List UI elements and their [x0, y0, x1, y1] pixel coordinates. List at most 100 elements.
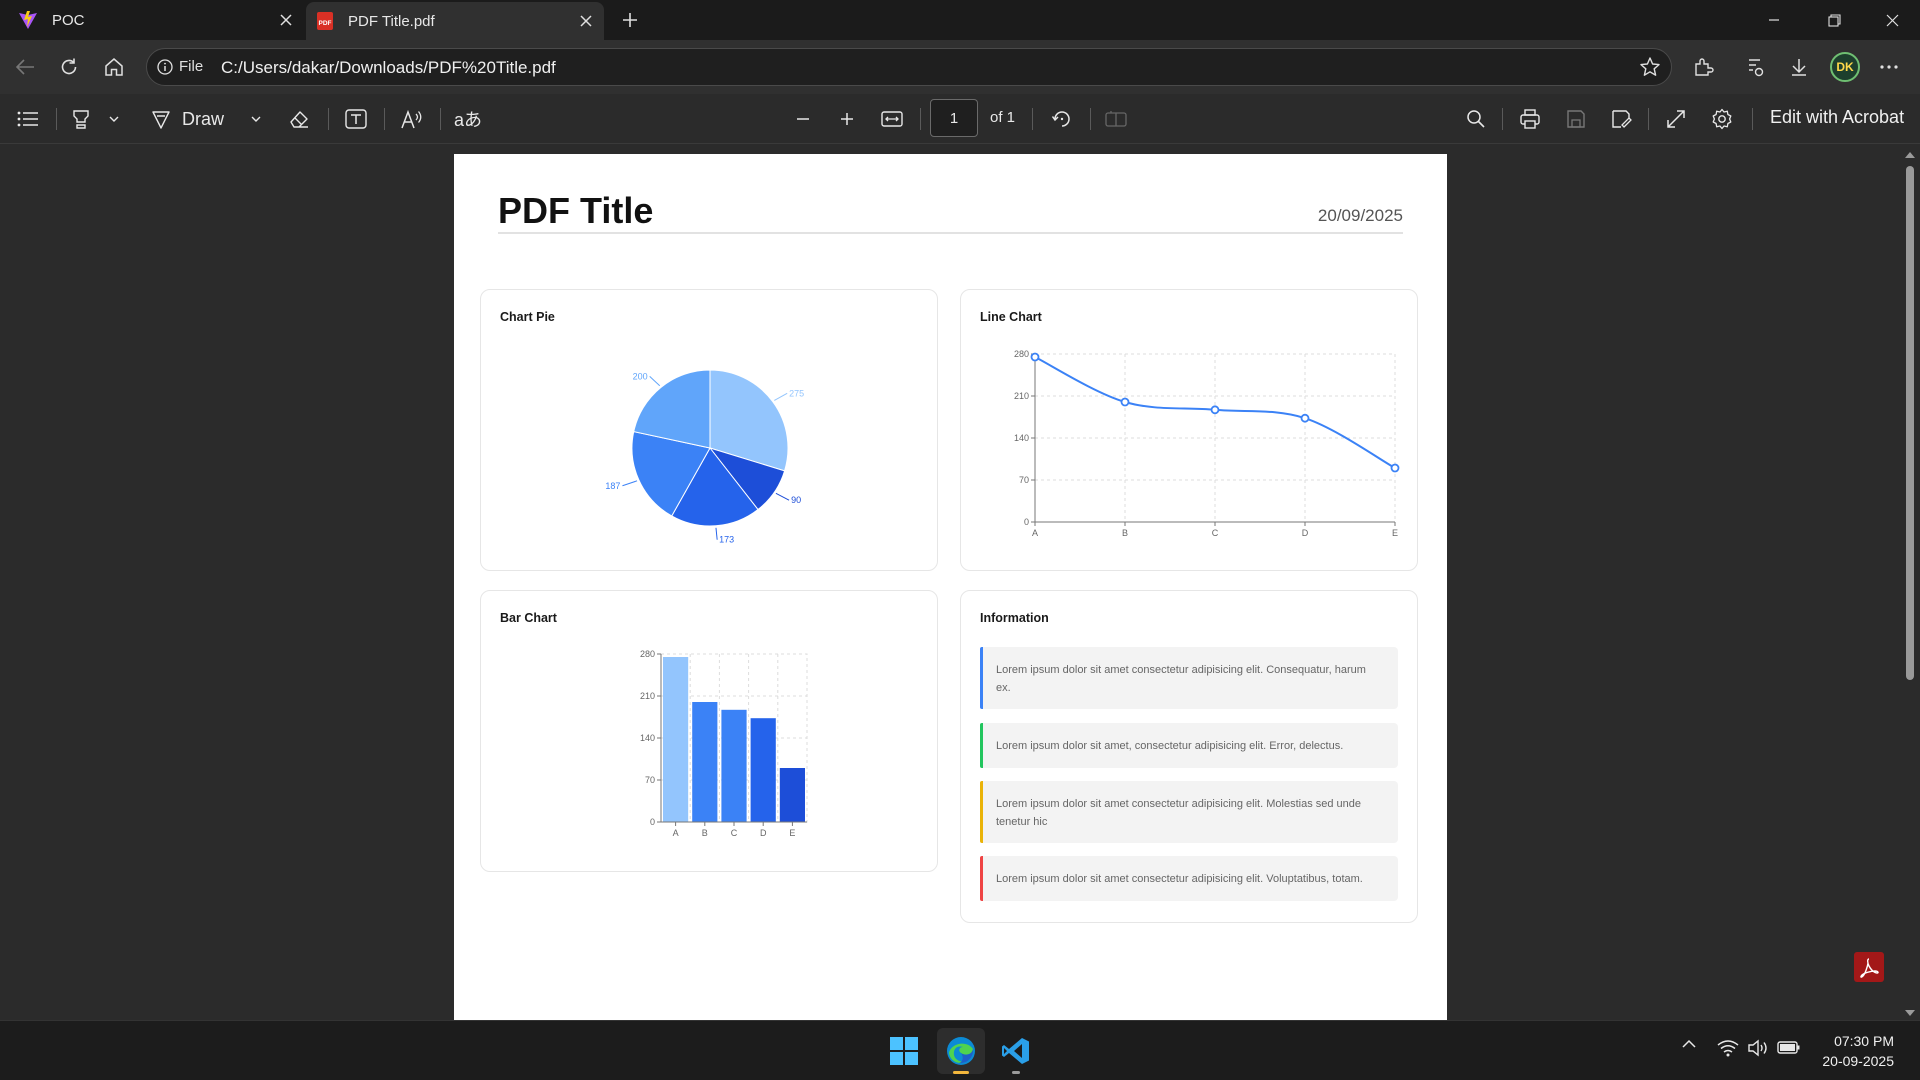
- navigation-bar: File C:/Users/dakar/Downloads/PDF%20Titl…: [0, 40, 1920, 94]
- rotate-icon[interactable]: [1046, 103, 1078, 135]
- save-as-icon[interactable]: [1606, 103, 1638, 135]
- pie-data-label: 275: [789, 388, 804, 398]
- close-tab-icon[interactable]: [274, 8, 298, 32]
- pdf-toolbar: Draw aあ 1 of 1 Edit with Acrobat: [0, 94, 1920, 144]
- settings-gear-icon[interactable]: [1706, 103, 1738, 135]
- vertical-scrollbar[interactable]: [1900, 144, 1920, 1020]
- volume-icon[interactable]: [1746, 1039, 1770, 1057]
- fullscreen-icon[interactable]: [1660, 103, 1692, 135]
- add-text-icon[interactable]: [340, 103, 372, 135]
- pdf-file-icon: PDF: [316, 11, 334, 31]
- x-tick-label: B: [702, 828, 708, 838]
- x-tick-label: B: [1122, 528, 1128, 538]
- scroll-down-icon[interactable]: [1900, 1006, 1920, 1020]
- windows-start-icon[interactable]: [880, 1028, 928, 1074]
- draw-label: Draw: [182, 108, 225, 129]
- pie-label-leader: [622, 480, 638, 487]
- extensions-icon[interactable]: [1686, 50, 1720, 84]
- tab-pdf[interactable]: PDF PDF Title.pdf: [306, 2, 604, 40]
- profile-avatar[interactable]: DK: [1830, 52, 1860, 82]
- x-tick-label: C: [731, 828, 738, 838]
- more-options-icon[interactable]: [1872, 50, 1906, 84]
- draw-button[interactable]: Draw: [150, 103, 240, 135]
- pie-chart: 275 90 173 187 200: [605, 369, 804, 545]
- page-total: of 1: [990, 109, 1016, 126]
- x-tick-label: D: [760, 828, 767, 838]
- highlight-options-chevron-down-icon[interactable]: [104, 103, 124, 135]
- info-item: Lorem ipsum dolor sit amet consectetur a…: [980, 781, 1398, 843]
- print-icon[interactable]: [1514, 103, 1546, 135]
- edit-with-acrobat-button[interactable]: Edit with Acrobat: [1770, 107, 1904, 128]
- back-button[interactable]: [8, 50, 42, 84]
- pie-label-leader: [649, 376, 661, 387]
- media-control-icon[interactable]: [1738, 50, 1772, 84]
- eraser-icon[interactable]: [284, 103, 314, 135]
- page-view-icon[interactable]: [1100, 103, 1132, 135]
- pie-data-label: 187: [605, 481, 620, 491]
- battery-icon[interactable]: [1776, 1039, 1802, 1055]
- page-number-input[interactable]: 1: [930, 99, 978, 137]
- taskbar: 07:30 PM 20-09-2025: [0, 1020, 1920, 1080]
- info-item: Lorem ipsum dolor sit amet consectetur a…: [980, 647, 1398, 709]
- fit-to-width-icon[interactable]: [876, 103, 908, 135]
- system-clock[interactable]: 07:30 PM 20-09-2025: [1822, 1031, 1894, 1071]
- pie-chart-card: Chart Pie 275 90 173 187 200: [480, 289, 938, 571]
- downloads-icon[interactable]: [1782, 50, 1816, 84]
- translate-icon[interactable]: aあ: [452, 103, 484, 135]
- line-chart-card: Line Chart 0 70 140 210 280 A B C D E: [960, 289, 1418, 571]
- site-info[interactable]: File: [157, 58, 203, 75]
- zoom-out-icon[interactable]: [788, 103, 818, 135]
- save-icon[interactable]: [1560, 103, 1592, 135]
- info-item: Lorem ipsum dolor sit amet, consectetur …: [980, 723, 1398, 768]
- address-bar[interactable]: File C:/Users/dakar/Downloads/PDF%20Titl…: [146, 48, 1672, 86]
- line-point: [1030, 352, 1040, 362]
- x-tick-label: A: [673, 828, 679, 838]
- new-tab-button[interactable]: [616, 6, 644, 34]
- pdf-page: PDF Title 20/09/2025 Chart Pie 275 90 173 1…: [454, 154, 1447, 1020]
- search-icon[interactable]: [1460, 103, 1492, 135]
- acrobat-logo-icon[interactable]: [1854, 952, 1884, 982]
- close-window-button[interactable]: [1864, 0, 1920, 40]
- info-text: Lorem ipsum dolor sit amet consectetur a…: [996, 873, 1363, 885]
- tab-title: POC: [52, 11, 85, 29]
- bar-chart-card: Bar Chart 0 70 140 210 280 A B C D E: [480, 590, 938, 872]
- bar: [779, 768, 805, 822]
- info-text: Lorem ipsum dolor sit amet consectetur a…: [996, 798, 1362, 828]
- minimize-button[interactable]: [1746, 0, 1802, 40]
- line-chart: 0 70 140 210 280 A B C D E: [1014, 349, 1400, 538]
- tab-poc[interactable]: POC: [8, 0, 304, 40]
- accent-bar: [980, 723, 983, 768]
- restore-button[interactable]: [1806, 0, 1862, 40]
- read-aloud-icon[interactable]: [396, 103, 428, 135]
- title-divider: [498, 232, 1403, 234]
- home-button[interactable]: [97, 50, 131, 84]
- bar: [692, 702, 718, 822]
- bar: [750, 718, 776, 822]
- edge-browser-icon[interactable]: [937, 1028, 985, 1074]
- refresh-button[interactable]: [52, 50, 86, 84]
- info-text: Lorem ipsum dolor sit amet consectetur a…: [996, 664, 1366, 694]
- bar: [663, 657, 689, 822]
- line-point: [1390, 463, 1400, 473]
- page-title: PDF Title: [498, 190, 654, 231]
- highlight-icon[interactable]: [66, 103, 96, 135]
- draw-options-chevron-down-icon[interactable]: [246, 103, 266, 135]
- favorite-star-icon[interactable]: [1639, 56, 1661, 78]
- wifi-icon[interactable]: [1716, 1039, 1740, 1057]
- accent-bar: [980, 781, 983, 843]
- pie-label-leader: [715, 527, 718, 540]
- vscode-icon[interactable]: [992, 1028, 1040, 1074]
- line-point: [1120, 397, 1130, 407]
- scroll-up-icon[interactable]: [1900, 148, 1920, 162]
- zoom-in-icon[interactable]: [832, 103, 862, 135]
- pie-data-label: 90: [791, 495, 801, 505]
- clock-date: 20-09-2025: [1822, 1053, 1894, 1069]
- contents-list-icon[interactable]: [12, 103, 44, 135]
- clock-time: 07:30 PM: [1834, 1033, 1894, 1049]
- url-text[interactable]: C:/Users/dakar/Downloads/PDF%20Title.pdf: [221, 58, 556, 78]
- bar-chart: 0 70 140 210 280 A B C D E: [640, 649, 808, 838]
- y-tick-label: 70: [645, 775, 655, 785]
- scrollbar-thumb[interactable]: [1906, 166, 1914, 680]
- show-hidden-icons-chevron-up-icon[interactable]: [1678, 1039, 1700, 1049]
- close-tab-icon[interactable]: [574, 9, 598, 33]
